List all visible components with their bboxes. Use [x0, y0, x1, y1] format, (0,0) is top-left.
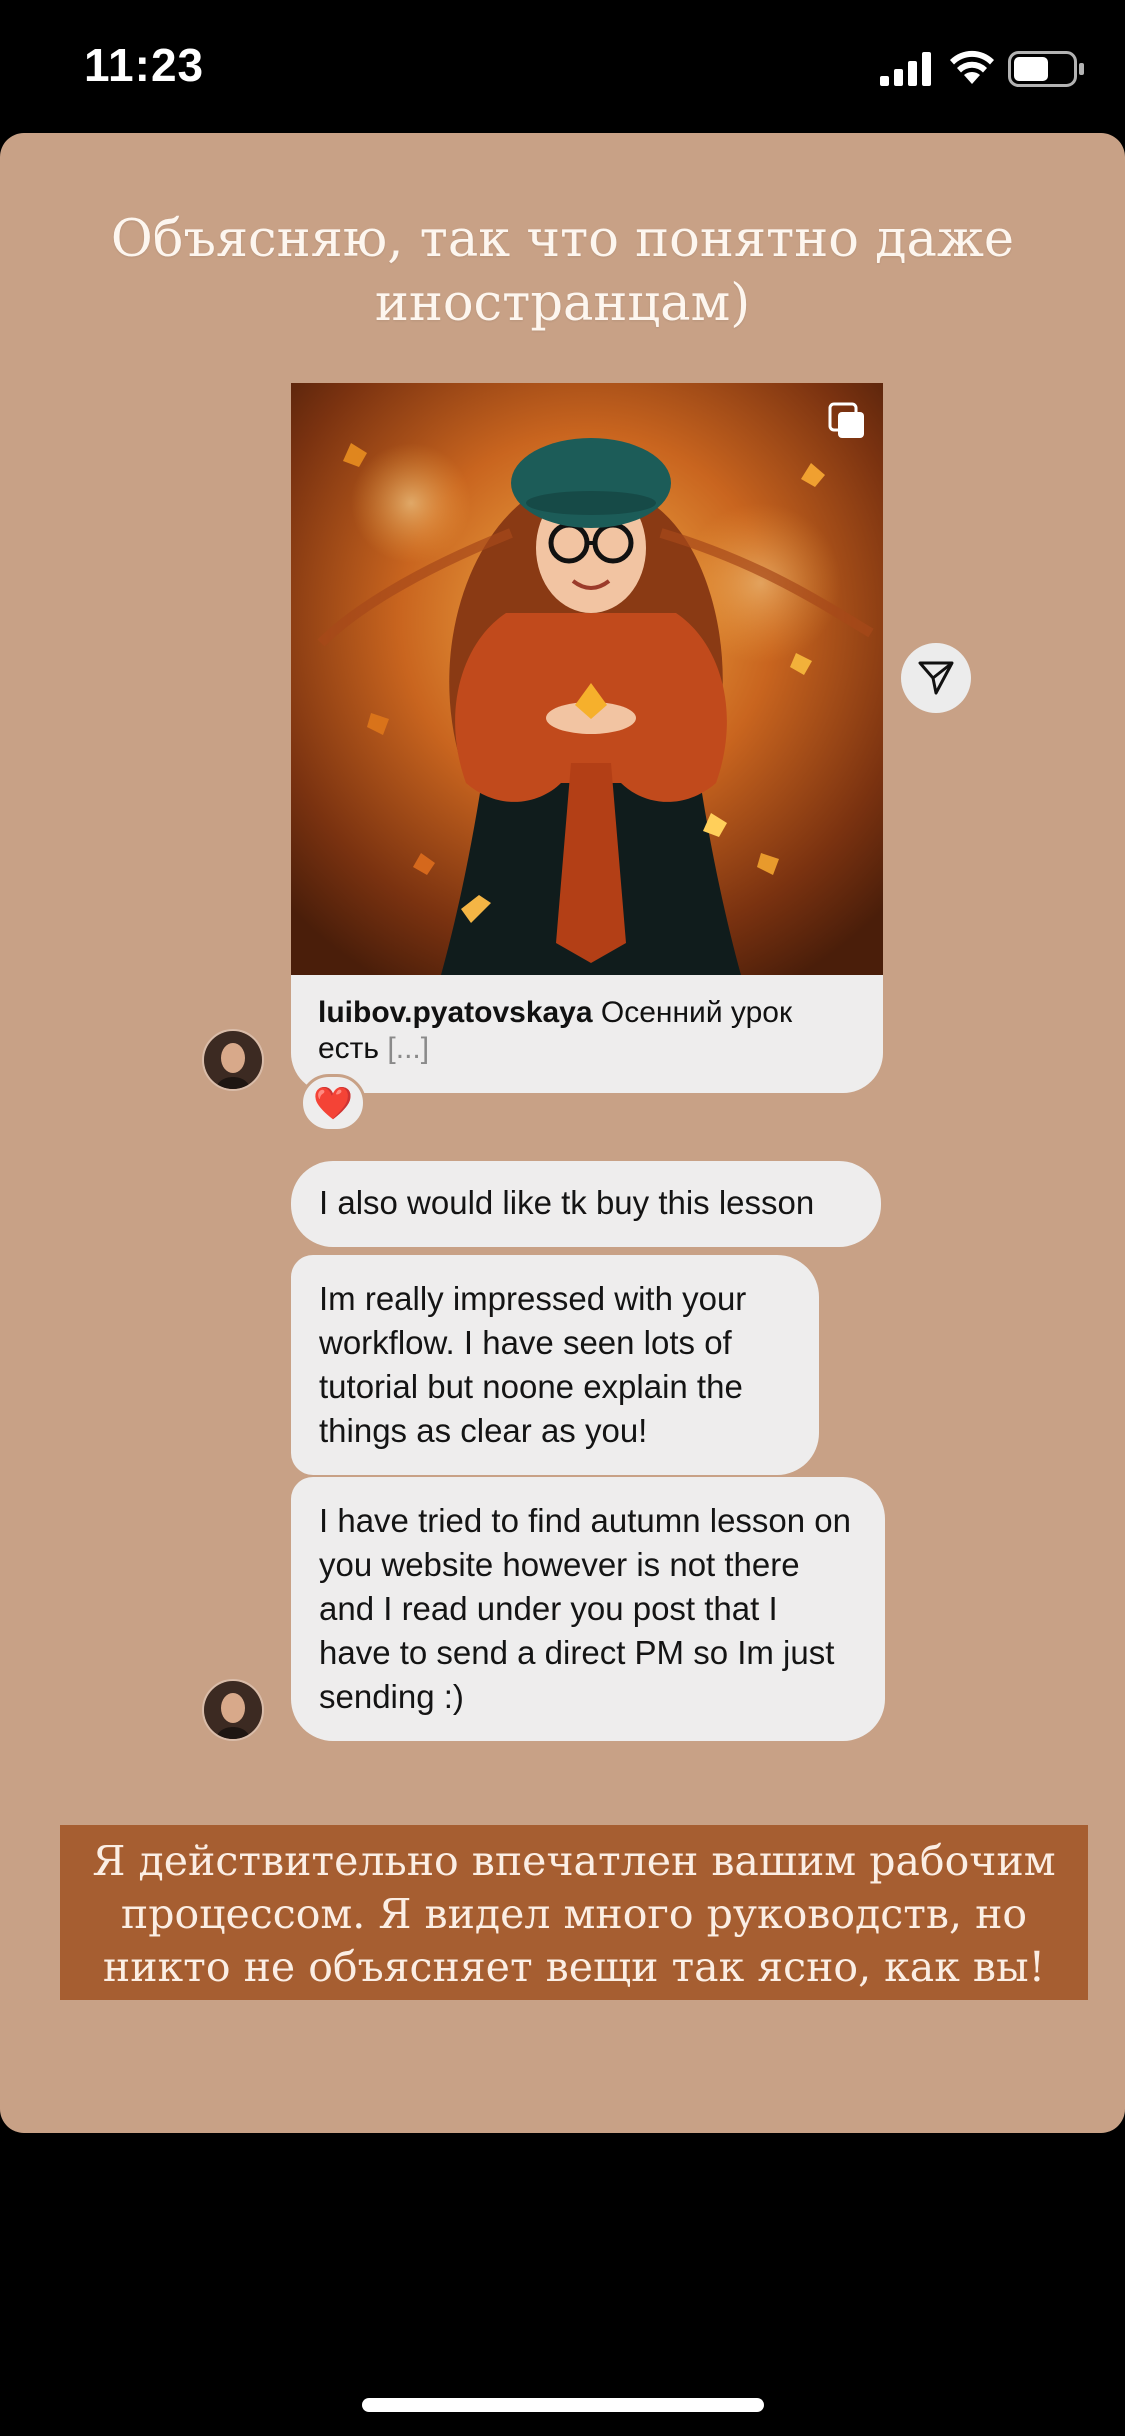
- avatar[interactable]: [202, 1029, 264, 1091]
- share-button[interactable]: [901, 643, 971, 713]
- message-bubble[interactable]: Im really impressed with your workflow. …: [291, 1255, 819, 1475]
- post-username[interactable]: luibov.pyatovskaya: [318, 996, 593, 1029]
- story-title: Объясняю, так что понятно даже иностранц…: [110, 210, 1015, 333]
- heart-reaction[interactable]: ❤️: [300, 1074, 366, 1132]
- avatar[interactable]: [202, 1679, 264, 1741]
- post-image[interactable]: [291, 383, 883, 975]
- wifi-icon: [950, 50, 994, 84]
- post-caption-more[interactable]: [...]: [387, 1032, 429, 1065]
- share-icon: [918, 661, 954, 695]
- status-bar: 11:23: [0, 0, 1125, 130]
- signal-icon: [880, 52, 931, 86]
- battery-icon: [1008, 51, 1084, 87]
- message-bubble[interactable]: I have tried to find autumn lesson on yo…: [291, 1477, 885, 1741]
- translation-box: Я действительно впечатлен вашим рабочим …: [60, 1825, 1088, 2000]
- status-time: 11:23: [84, 39, 205, 91]
- shared-post[interactable]: luibov.pyatovskaya Осенний урок есть [..…: [291, 383, 883, 1093]
- translation-text: Я действительно впечатлен вашим рабочим …: [92, 1837, 1056, 1991]
- home-indicator[interactable]: [362, 2398, 764, 2412]
- message-bubble[interactable]: I also would like tk buy this lesson: [291, 1161, 881, 1247]
- post-caption: luibov.pyatovskaya Осенний урок есть [..…: [318, 995, 858, 1067]
- story-card: Объясняю, так что понятно даже иностранц…: [0, 133, 1125, 2133]
- multiple-photos-icon: [828, 402, 864, 438]
